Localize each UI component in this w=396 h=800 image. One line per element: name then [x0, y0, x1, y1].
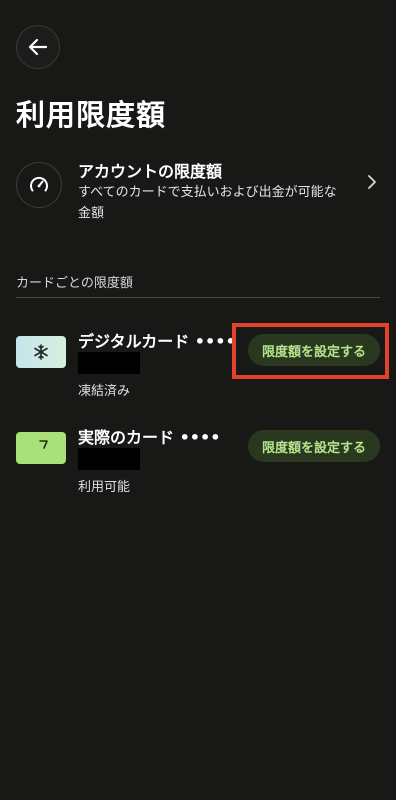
gauge-icon-container — [16, 162, 62, 208]
redacted-card-info — [78, 448, 140, 470]
account-limit-row[interactable]: アカウントの限度額 すべてのカードで支払いおよび出金が可能な金額 — [16, 156, 380, 228]
highlight-annotation — [232, 323, 389, 379]
card-thumbnail — [16, 432, 66, 464]
account-limit-title: アカウントの限度額 — [78, 162, 223, 181]
card-status: 利用可能 — [78, 480, 131, 495]
back-button[interactable] — [16, 25, 60, 69]
page-title: 利用限度額 — [16, 98, 167, 132]
card-thumbnail — [16, 336, 66, 368]
arrow-left-icon — [28, 38, 48, 56]
gauge-icon — [30, 176, 48, 192]
snowflake-icon — [34, 344, 48, 360]
redacted-card-info — [78, 352, 140, 374]
card-logo-icon — [39, 440, 48, 449]
card-name: デジタルカード •••• — [78, 332, 236, 351]
section-divider — [16, 297, 380, 298]
chevron-right-icon — [368, 175, 376, 189]
card-row-physical: 実際のカード •••• 利用可能 限度額を設定する — [16, 424, 380, 496]
section-label: カードごとの限度額 — [16, 276, 133, 291]
card-name: 実際のカード •••• — [78, 428, 221, 447]
card-status: 凍結済み — [78, 384, 131, 399]
set-limit-button[interactable]: 限度額を設定する — [247, 430, 380, 462]
account-limit-description: すべてのカードで支払いおよび出金が可能な金額 — [78, 185, 337, 221]
